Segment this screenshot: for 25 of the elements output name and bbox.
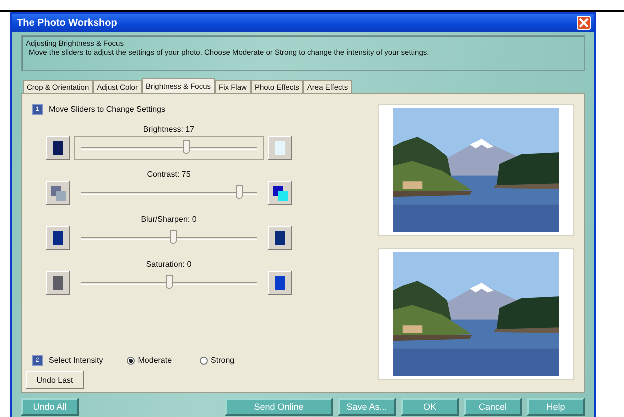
decrease-swatch-button[interactable]: [46, 136, 70, 160]
increase-swatch-button[interactable]: [268, 271, 292, 295]
slider-label: Saturation: 0: [146, 260, 192, 269]
radio-button[interactable]: [127, 356, 136, 364]
swatch-icon: [49, 184, 67, 202]
decrease-swatch-button[interactable]: [46, 181, 70, 205]
undo-last-button[interactable]: Undo Last: [26, 371, 84, 389]
decrease-swatch-button[interactable]: [46, 271, 70, 295]
slider-label: Contrast: 75: [147, 170, 191, 179]
window-title: The Photo Workshop: [17, 18, 118, 28]
step-label: Select Intensity: [49, 356, 104, 365]
radio-option[interactable]: Moderate: [127, 356, 172, 365]
slider[interactable]: [74, 136, 264, 160]
decrease-swatch-button[interactable]: [46, 226, 70, 250]
radio-option[interactable]: Strong: [200, 356, 235, 365]
slider-label: Blur/Sharpen: 0: [141, 215, 197, 224]
swatch-icon: [271, 184, 289, 202]
close-button[interactable]: [577, 16, 591, 30]
slider-label: Brightness: 17: [143, 125, 195, 134]
step-label: Move Sliders to Change Settings: [49, 105, 166, 114]
increase-swatch-button[interactable]: [268, 136, 292, 160]
increase-swatch-button[interactable]: [268, 181, 292, 205]
radio-button[interactable]: [200, 356, 208, 364]
increase-swatch-button[interactable]: [268, 226, 292, 250]
close-icon: [579, 18, 589, 28]
